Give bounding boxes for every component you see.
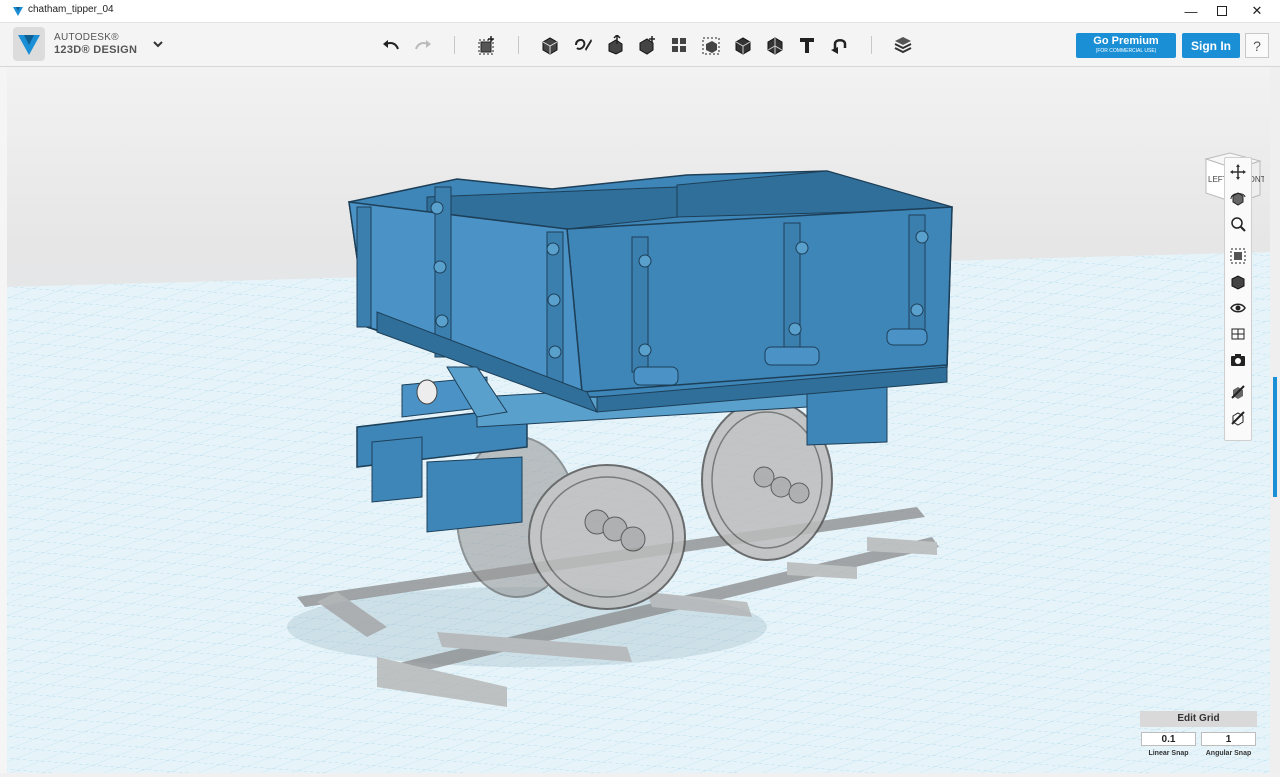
linear-snap-label: Linear Snap — [1148, 750, 1189, 757]
zoom-button[interactable] — [1229, 215, 1247, 233]
group-icon — [702, 37, 720, 55]
modify-icon — [639, 36, 655, 55]
view-icon — [1231, 275, 1245, 290]
construct-icon — [608, 35, 623, 55]
premium-label: Go Premium — [1093, 35, 1159, 47]
maximize-icon — [1217, 6, 1227, 16]
side-panel-tab[interactable] — [1273, 377, 1277, 497]
visibility-icon — [1230, 303, 1246, 313]
snap-icon — [831, 39, 847, 54]
sketch-icon — [575, 38, 592, 51]
grid-toggle-icon — [1231, 411, 1245, 426]
scene-canvas[interactable] — [7, 67, 1270, 773]
pattern-icon — [672, 38, 686, 52]
sign-in-button[interactable]: Sign In — [1182, 33, 1240, 58]
orbit-icon — [1230, 192, 1246, 206]
pattern-button[interactable] — [667, 33, 691, 57]
fit-icon — [1230, 248, 1246, 264]
navigation-bar — [1224, 157, 1252, 441]
material-button[interactable] — [891, 33, 915, 57]
text-icon — [800, 38, 814, 53]
snap-button[interactable] — [827, 33, 851, 57]
screenshot-button[interactable] — [1229, 351, 1247, 369]
angular-snap-label: Angular Snap — [1205, 750, 1252, 757]
title-bar: chatham_tipper_04 — ✕ — [0, 0, 1280, 23]
go-premium-button[interactable]: Go Premium (FOR COMMERCIAL USE) — [1076, 33, 1176, 58]
redo-icon — [415, 40, 431, 50]
measure-button[interactable] — [763, 33, 787, 57]
transform-button[interactable] — [475, 33, 499, 57]
edit-grid-button[interactable]: Edit Grid — [1140, 711, 1257, 727]
close-button[interactable]: ✕ — [1240, 0, 1274, 22]
app-logo[interactable] — [13, 27, 45, 61]
view-button[interactable] — [1229, 273, 1247, 291]
hide-button[interactable] — [1229, 383, 1247, 401]
combine-icon — [735, 37, 751, 55]
construct-button[interactable] — [603, 33, 627, 57]
edit-grid-panel: Edit Grid 0.1 1 Linear Snap Angular Snap — [1140, 711, 1257, 763]
material-display-button[interactable] — [1229, 325, 1247, 343]
undo-button[interactable] — [379, 33, 403, 57]
redo-button[interactable] — [411, 33, 435, 57]
right-side-panel-edge — [1270, 67, 1280, 773]
minimize-icon: — — [1184, 3, 1198, 19]
toolbar-separator — [871, 36, 872, 54]
transform-icon — [478, 36, 494, 55]
pan-button[interactable] — [1229, 163, 1247, 181]
chevron-down-icon[interactable] — [151, 37, 165, 51]
maximize-button[interactable] — [1205, 0, 1239, 22]
minimize-button[interactable]: — — [1174, 0, 1208, 22]
close-icon: ✕ — [1251, 3, 1263, 18]
text-button[interactable] — [795, 33, 819, 57]
3d-viewport[interactable]: LEFT FRONT — [7, 67, 1270, 773]
main-toolbar: AUTODESK® 123D® DESIGN Go Premium (FOR C… — [0, 23, 1280, 67]
hide-icon — [1231, 385, 1245, 399]
bottom-edge — [0, 773, 1280, 777]
sketch-button[interactable] — [571, 33, 595, 57]
app-window: chatham_tipper_04 — ✕ AUTODESK® 123D® DE… — [0, 0, 1280, 777]
linear-snap-input[interactable]: 0.1 — [1141, 732, 1196, 746]
modify-button[interactable] — [635, 33, 659, 57]
primitives-button[interactable] — [538, 33, 562, 57]
material-display-icon — [1231, 328, 1245, 340]
toolbar-separator — [454, 36, 455, 54]
help-button[interactable]: ? — [1245, 33, 1269, 58]
zoom-icon — [1231, 217, 1246, 232]
fit-button[interactable] — [1229, 247, 1247, 265]
premium-sublabel: (FOR COMMERCIAL USE) — [1095, 48, 1157, 54]
orbit-button[interactable] — [1229, 189, 1247, 207]
app-icon — [13, 7, 23, 16]
combine-button[interactable] — [731, 33, 755, 57]
visibility-button[interactable] — [1229, 299, 1247, 317]
brand-line1: AUTODESK® — [54, 32, 119, 43]
group-button[interactable] — [699, 33, 723, 57]
angular-snap-input[interactable]: 1 — [1201, 732, 1256, 746]
toolbar-separator — [518, 36, 519, 54]
screenshot-icon — [1231, 354, 1245, 366]
material-icon — [894, 37, 912, 54]
brand-line2: 123D® DESIGN — [54, 44, 138, 56]
primitives-icon — [542, 37, 558, 55]
window-title: chatham_tipper_04 — [28, 4, 114, 15]
undo-icon — [383, 40, 399, 50]
grid-toggle-button[interactable] — [1229, 409, 1247, 427]
pan-icon — [1230, 164, 1246, 180]
measure-icon — [767, 37, 783, 55]
